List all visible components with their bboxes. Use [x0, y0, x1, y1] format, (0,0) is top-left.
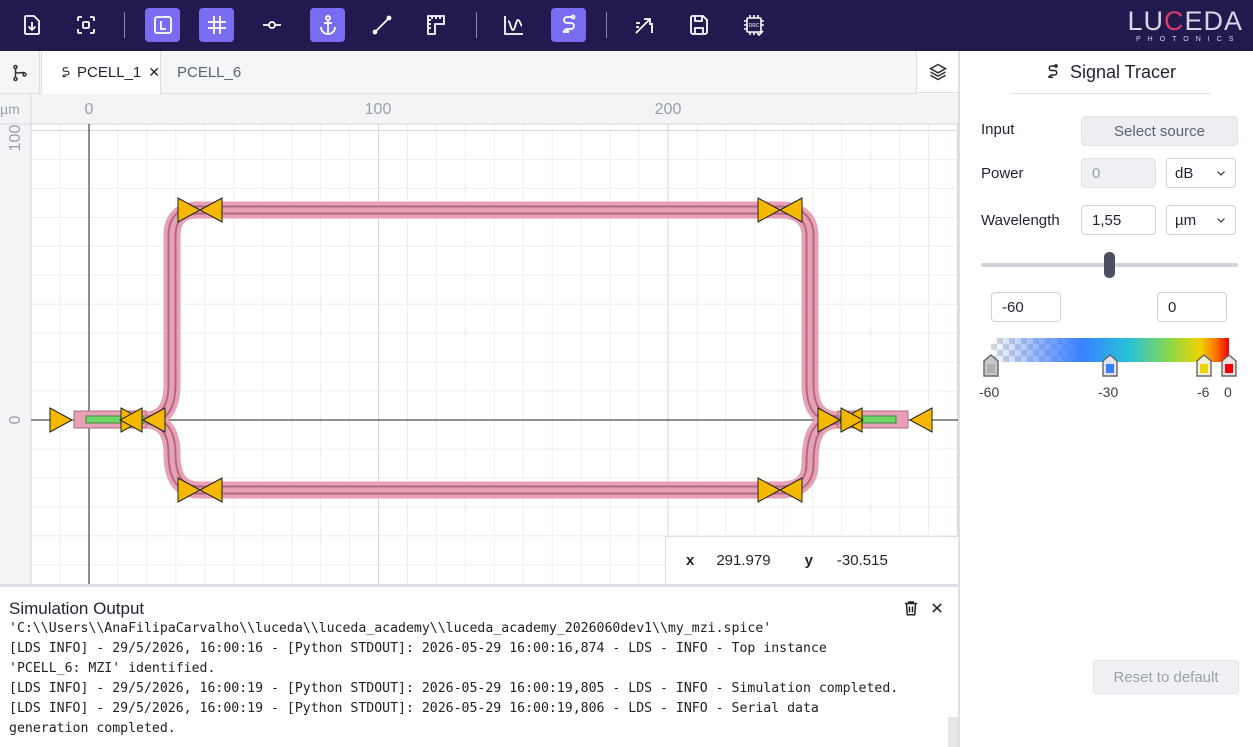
trash-icon[interactable]: [902, 599, 920, 617]
grid-icon: [207, 16, 226, 34]
grid-button[interactable]: [199, 8, 234, 42]
range-min-input[interactable]: -60: [991, 292, 1061, 322]
import-icon: [23, 15, 40, 35]
ruler-icon: [426, 15, 445, 35]
toolbar-divider: [476, 12, 477, 38]
tab-label: PCELL_6: [177, 64, 242, 81]
port-button[interactable]: [254, 8, 289, 42]
measure-line-button[interactable]: [364, 8, 399, 42]
scale-stop-marker[interactable]: [1220, 354, 1238, 378]
layers-button[interactable]: [917, 51, 959, 93]
svg-text:DRC: DRC: [748, 23, 759, 29]
y-tick-label: 100: [7, 125, 24, 152]
unit-label: µm: [0, 101, 20, 117]
logo-subtext: PHOTONICS: [1135, 36, 1241, 43]
signal-trace-icon: [1047, 64, 1058, 78]
log-scrollbar[interactable]: [948, 717, 958, 747]
cell-tab-bar: PCELL_1 ✕ PCELL_6: [0, 51, 916, 94]
tab-pcell-6[interactable]: PCELL_6: [161, 51, 267, 94]
import-button[interactable]: [14, 8, 49, 42]
tab-pcell-1[interactable]: PCELL_1 ✕: [41, 51, 161, 94]
toolbar-divider: [606, 12, 607, 38]
scale-stop-label: 0: [1224, 384, 1232, 400]
simulation-output-title: Simulation Output: [9, 599, 145, 618]
y-coord-value: -30.515: [836, 552, 888, 569]
scale-stop-label: -6: [1197, 384, 1210, 400]
power-unit-value: dB: [1175, 164, 1194, 182]
x-tick-label: 0: [85, 101, 94, 118]
chevron-down-icon: [1217, 171, 1225, 176]
x-tick-label: 100: [365, 101, 392, 118]
scale-stop-label: -60: [979, 384, 1000, 400]
luceda-logo: LUCEDA PHOTONICS: [1127, 6, 1243, 44]
drc-icon: DRC: [743, 15, 764, 37]
main-toolbar: DRC LUCEDA PHOTONICS: [0, 0, 1253, 51]
anchor-icon: [319, 15, 336, 35]
toolbar-divider: [124, 12, 125, 38]
plot-button[interactable]: [496, 8, 531, 42]
panel-title: Signal Tracer: [1069, 61, 1177, 82]
save-button[interactable]: [681, 8, 716, 42]
wavelength-input[interactable]: 1,55: [1081, 205, 1156, 235]
hierarchy-icon: [12, 64, 27, 81]
signal-trace-icon: [561, 14, 575, 33]
scale-stop-label: -30: [1098, 384, 1119, 400]
fit-view-button[interactable]: [68, 8, 103, 42]
drc-button[interactable]: DRC: [736, 8, 771, 42]
scale-stop-marker[interactable]: [1101, 354, 1119, 378]
signal-trace-icon: [62, 67, 70, 78]
save-icon: [689, 15, 708, 35]
layer-l-icon: [153, 16, 172, 34]
y-tick-label: 0: [7, 415, 24, 424]
hierarchy-button[interactable]: [0, 51, 40, 94]
x-coord-value: 291.979: [716, 552, 771, 569]
signal-tracer-panel: Signal Tracer Input Select source Power …: [958, 51, 1253, 747]
port-icon: [262, 21, 281, 29]
x-coord-label: x: [686, 552, 695, 569]
vertical-ruler: [0, 94, 31, 584]
measure-line-icon: [372, 15, 391, 35]
reset-to-default-button[interactable]: Reset to default: [1093, 660, 1239, 694]
power-unit-select[interactable]: dB: [1166, 158, 1236, 188]
fit-view-icon: [76, 16, 95, 34]
close-icon[interactable]: [930, 601, 944, 615]
cursor-coordinates: x 291.979 y -30.515: [665, 536, 958, 584]
layer-button[interactable]: [145, 8, 180, 42]
simulation-log: 'C:\\Users\\AnaFilipaCarvalho\\luceda\\l…: [9, 621, 899, 736]
y-coord-label: y: [804, 552, 813, 569]
range-max-input[interactable]: 0: [1157, 292, 1227, 322]
anchor-button[interactable]: [310, 8, 345, 42]
scale-stop-marker[interactable]: [982, 354, 1000, 378]
layers-icon: [928, 63, 948, 80]
wavelength-unit-select[interactable]: µm: [1166, 205, 1236, 235]
close-tab-icon[interactable]: ✕: [148, 64, 160, 81]
scale-stop-marker[interactable]: [1195, 354, 1213, 378]
route-button[interactable]: [626, 8, 661, 42]
power-input[interactable]: 0: [1081, 158, 1156, 188]
wavelength-unit-value: µm: [1175, 211, 1197, 229]
input-label: Input: [981, 121, 1015, 138]
chevron-down-icon: [1217, 218, 1225, 223]
select-source-button[interactable]: Select source: [1081, 116, 1238, 146]
wavelength-label: Wavelength: [981, 212, 1060, 229]
power-label: Power: [981, 165, 1024, 182]
layout-view: µm 0 100 200 100 0: [0, 94, 958, 584]
logo-text: LUCEDA: [1127, 6, 1243, 36]
horizontal-ruler: [0, 94, 958, 124]
route-icon: [634, 18, 653, 34]
ruler-button[interactable]: [418, 8, 453, 42]
signal-trace-button[interactable]: [551, 8, 586, 42]
panel-header: Signal Tracer: [1010, 51, 1210, 94]
simulation-output-panel: Simulation Output 'C:\\Users\\AnaFilipaC…: [0, 584, 958, 747]
layout-canvas[interactable]: µm 0 100 200 100 0 x 291.979 y -30.515: [0, 94, 958, 584]
wavelength-slider-handle[interactable]: [1104, 252, 1115, 278]
x-tick-label: 200: [655, 101, 682, 118]
plot-icon: [503, 16, 523, 35]
tab-label: PCELL_1: [77, 64, 142, 81]
